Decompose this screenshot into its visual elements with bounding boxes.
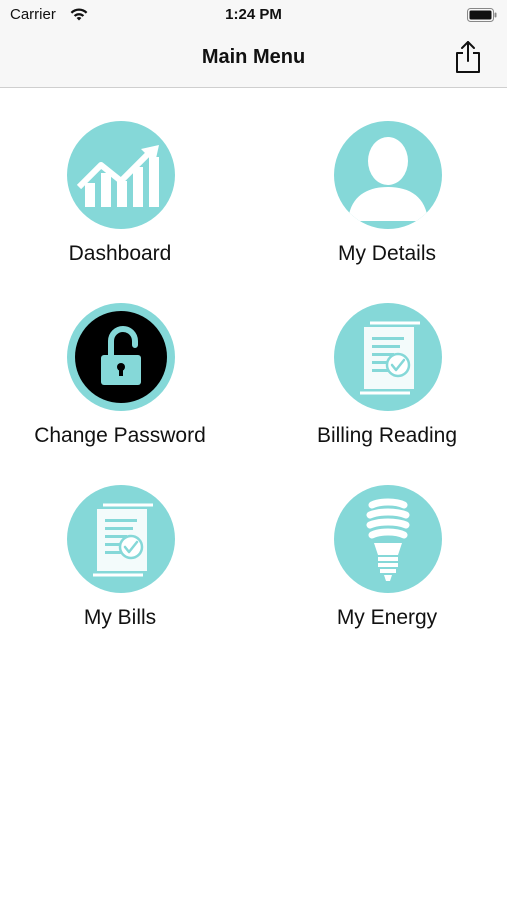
menu-item-label: My Bills (83, 606, 157, 629)
status-bar: Carrier 1:24 PM (0, 0, 507, 30)
menu-item-my-energy[interactable]: My Energy (267, 485, 507, 655)
menu-item-label: Billing Reading (316, 424, 458, 447)
main-menu-screen: Carrier 1:24 PM Main Menu Dashboard My D… (0, 0, 507, 900)
menu-item-my-details[interactable]: My Details (267, 121, 507, 291)
menu-item-my-bills[interactable]: My Bills (0, 485, 240, 655)
share-icon[interactable] (451, 39, 485, 75)
menu-item-label: My Energy (336, 606, 438, 629)
navigation-bar: Main Menu (0, 30, 507, 88)
unlock-icon (67, 303, 175, 411)
menu-item-label: Change Password (34, 424, 206, 447)
status-time: 1:24 PM (225, 6, 282, 23)
menu-item-change-password[interactable]: Change Password (0, 303, 240, 473)
menu-item-dashboard[interactable]: Dashboard (0, 121, 240, 291)
menu-item-billing-reading[interactable]: Billing Reading (267, 303, 507, 473)
menu-item-label: Dashboard (68, 242, 172, 265)
user-icon (334, 121, 442, 229)
menu-item-label: My Details (337, 242, 437, 265)
page-title: Main Menu (201, 46, 306, 68)
document-check-icon (67, 485, 175, 593)
battery-icon (467, 8, 497, 22)
chart-growth-icon (67, 121, 175, 229)
lightbulb-icon (334, 485, 442, 593)
document-check-icon (334, 303, 442, 411)
